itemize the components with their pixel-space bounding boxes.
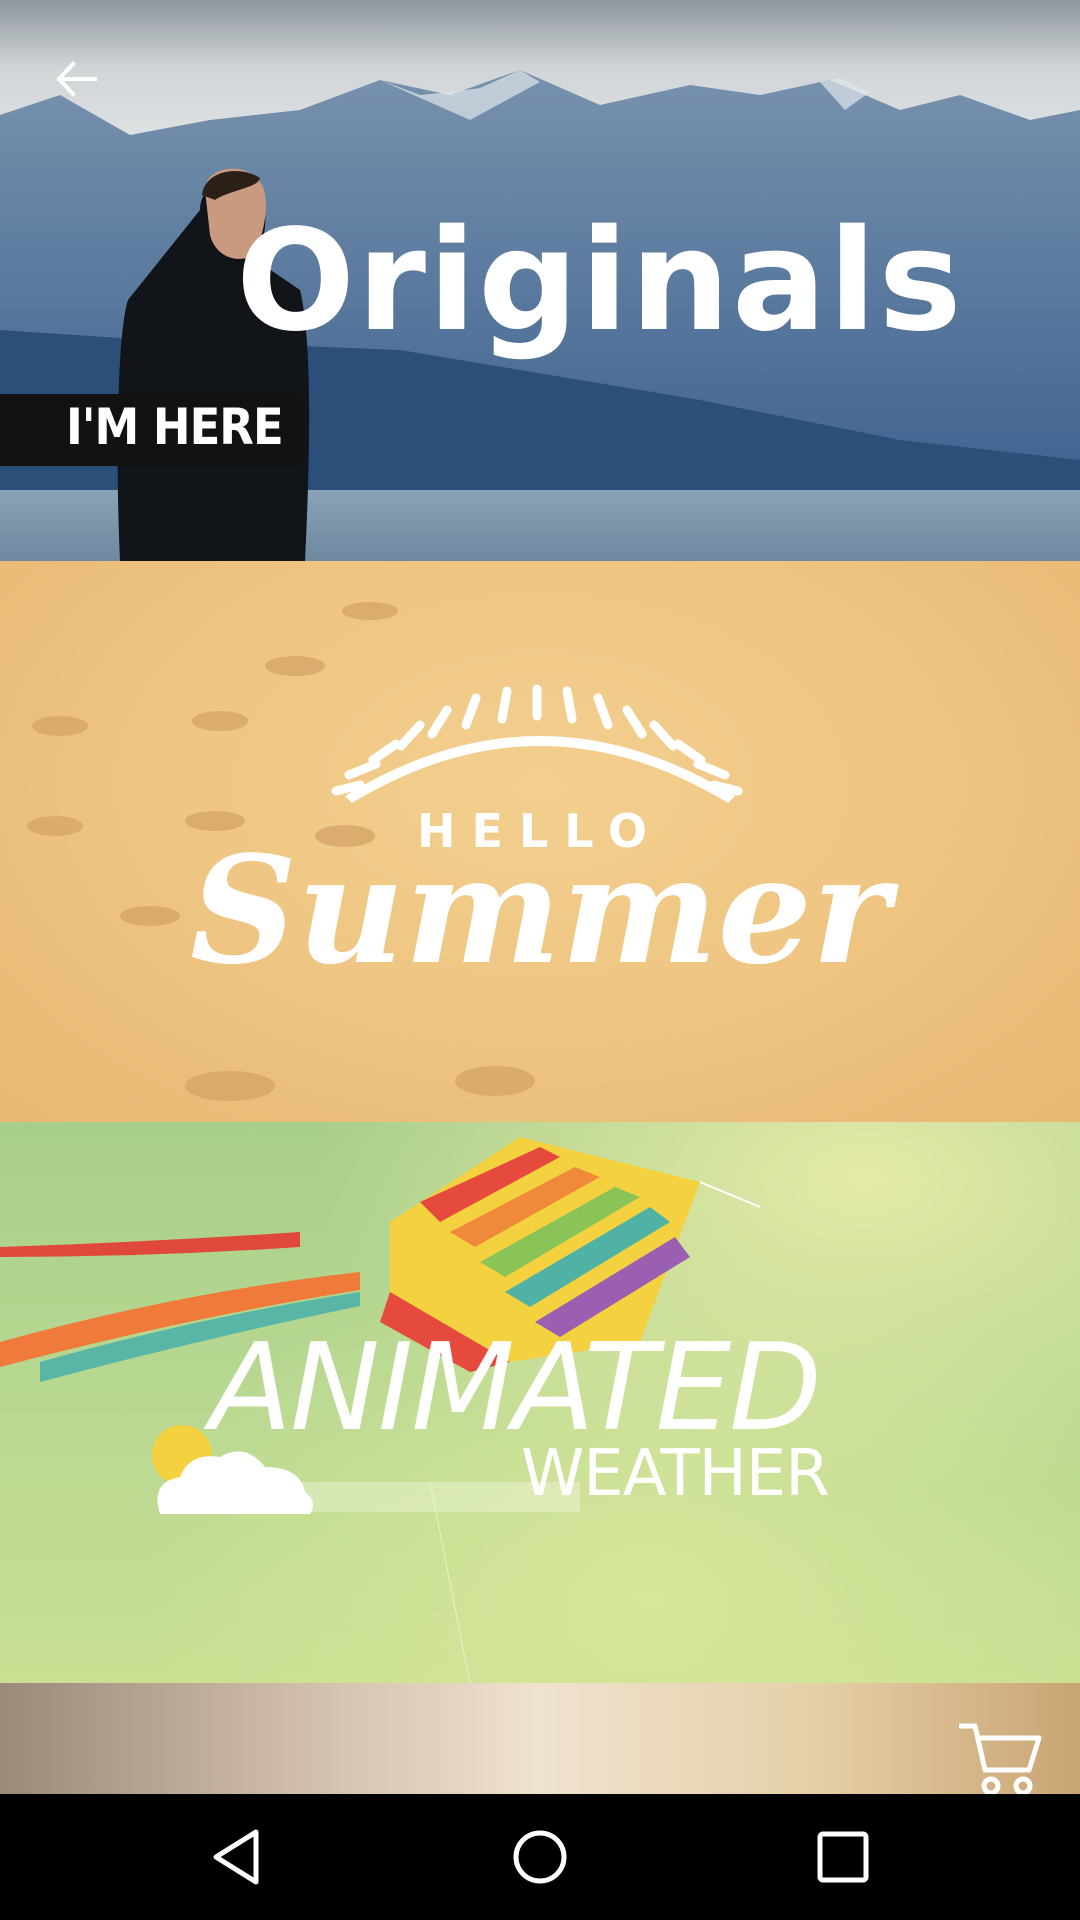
- nav-recents-button[interactable]: [808, 1822, 878, 1892]
- circle-home-icon: [513, 1830, 567, 1884]
- card-title: Originals: [236, 200, 964, 363]
- system-nav-bar: [0, 1794, 1080, 1920]
- nav-home-button[interactable]: [505, 1822, 575, 1892]
- triangle-back-icon: [213, 1829, 259, 1885]
- theme-feed: Originals I'M HERE HELLO Summer ANIMATED…: [0, 0, 1080, 1794]
- card-originals[interactable]: Originals I'M HERE: [0, 0, 1080, 561]
- card-hello-summer[interactable]: HELLO Summer: [0, 561, 1080, 1122]
- card-title-top: ANIMATED: [210, 1319, 822, 1458]
- card-animated-weather[interactable]: ANIMATED WEATHER: [0, 1122, 1080, 1683]
- arrow-left-icon: [56, 61, 97, 97]
- card-title-bottom: WEATHER: [521, 1437, 830, 1511]
- card-tagline: I'M HERE: [66, 398, 284, 456]
- cart-button[interactable]: [955, 1720, 1045, 1800]
- nav-back-button[interactable]: [202, 1822, 272, 1892]
- back-button[interactable]: [36, 40, 114, 118]
- card-title-main: Summer: [190, 823, 890, 997]
- card-next-partial[interactable]: [0, 1683, 1080, 1794]
- cart-icon: [959, 1723, 1042, 1796]
- square-recents-icon: [817, 1831, 869, 1883]
